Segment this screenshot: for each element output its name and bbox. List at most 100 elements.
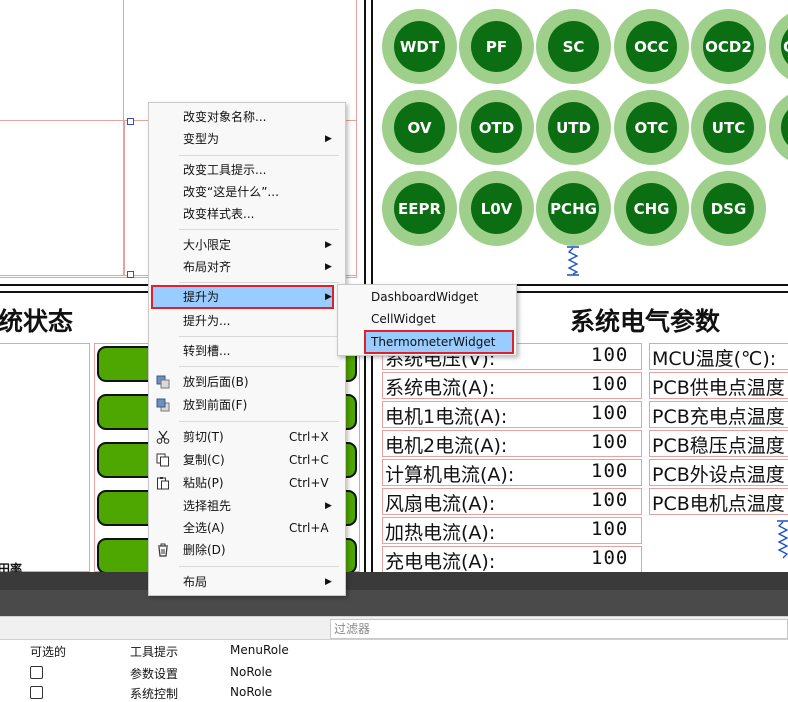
menu-item-select-all[interactable]: 全选(A) Ctrl+A	[149, 517, 345, 539]
param-lcd-value: 100	[591, 373, 629, 395]
menu-item-promote-dialog[interactable]: 提升为...	[149, 310, 345, 332]
status-indicator-ots: OTS	[769, 90, 788, 165]
menu-item-layout[interactable]: 布局 ▶	[149, 571, 345, 593]
selection-handle[interactable]	[127, 271, 134, 278]
status-indicator-chg: CHG	[614, 171, 689, 246]
bring-front-icon	[156, 398, 170, 412]
menu-item-cut[interactable]: 剪切(T) Ctrl+X	[149, 426, 345, 448]
filter-bar: 过滤器	[0, 616, 788, 640]
temperature-param-row[interactable]: PCB稳压点温度	[649, 430, 788, 457]
column-header-menurole[interactable]: MenuRole	[230, 643, 289, 657]
menu-item-goto-slot[interactable]: 转到槽...	[149, 340, 345, 362]
status-indicator-l0v: L0V	[459, 171, 534, 246]
param-label: 电机2电流(A):	[385, 435, 508, 457]
column-header-tooltip[interactable]: 工具提示	[130, 643, 178, 660]
status-indicator-ocd2: OCD2	[691, 9, 766, 84]
menu-item-size-constraints[interactable]: 大小限定 ▶	[149, 234, 345, 256]
paste-icon	[157, 477, 169, 490]
param-label: 风扇电流(A):	[385, 493, 496, 515]
column-header-checkable[interactable]: 可选的	[30, 643, 66, 660]
menu-item-tooltip[interactable]: 改变工具提示...	[149, 159, 345, 181]
param-label: PCB充电点温度	[652, 406, 785, 428]
vertical-divider	[371, 0, 373, 290]
status-frame[interactable]	[0, 343, 90, 572]
param-label: MCU温度(℃):	[652, 348, 777, 370]
status-indicator-sc: SC	[536, 9, 611, 84]
submenu-item-thermometerwidget[interactable]: ThermometerWidget	[364, 330, 514, 354]
status-indicator-label: OCC	[626, 21, 677, 72]
left-top-cell[interactable]	[0, 120, 124, 276]
param-label: 充电电流(A):	[385, 551, 496, 572]
submenu-item-cellwidget[interactable]: CellWidget	[338, 308, 516, 330]
param-label: 系统电流(A):	[385, 377, 496, 399]
menu-item-rename[interactable]: 改变对象名称...	[149, 106, 345, 128]
temperature-param-row[interactable]: PCB外设点温度	[649, 459, 788, 486]
electrical-param-row[interactable]: 电机1电流(A): 100	[382, 401, 642, 428]
param-lcd-value: 100	[591, 460, 629, 482]
electrical-param-row[interactable]: 系统电流(A): 100	[382, 372, 642, 399]
status-indicator-utc: UTC	[691, 90, 766, 165]
menu-separator	[179, 566, 339, 567]
submenu-arrow-icon: ▶	[325, 577, 332, 587]
property-table: 可选的 工具提示 MenuRole 参数设置 NoRole 系统控制 NoRol…	[0, 640, 788, 701]
status-indicator-label: PF	[471, 21, 522, 72]
temperature-param-row[interactable]: PCB充电点温度	[649, 401, 788, 428]
menu-item-select-ancestor[interactable]: 选择祖先 ▶	[149, 495, 345, 517]
param-lcd-value: 100	[591, 547, 629, 569]
electrical-param-row[interactable]: 计算机电流(A): 100	[382, 459, 642, 486]
temperature-param-row[interactable]: MCU温度(℃):	[649, 343, 788, 370]
menu-separator	[179, 421, 339, 422]
status-indicator-label: SC	[548, 21, 599, 72]
status-indicator-label: OCD2	[703, 21, 754, 72]
submenu-arrow-icon: ▶	[325, 501, 332, 511]
row-tooltip: 系统控制	[130, 687, 179, 701]
submenu-arrow-icon: ▶	[325, 134, 332, 144]
param-label: PCB外设点温度	[652, 464, 785, 486]
param-label: 加热电流(A):	[385, 522, 496, 544]
checkable-checkbox[interactable]	[30, 666, 43, 679]
status-indicator-label: OTD	[471, 102, 522, 153]
status-indicator-utd: UTD	[536, 90, 611, 165]
param-lcd-value: 100	[591, 489, 629, 511]
param-label: PCB供电点温度	[652, 377, 785, 399]
filter-input[interactable]: 过滤器	[330, 619, 788, 639]
status-indicator-otc: OTC	[614, 90, 689, 165]
scissors-icon	[156, 430, 170, 444]
menu-item-copy[interactable]: 复制(C) Ctrl+C	[149, 449, 345, 471]
menu-item-stylesheet[interactable]: 改变样式表...	[149, 203, 345, 225]
row-tooltip: 参数设置	[130, 667, 179, 681]
menu-separator	[179, 366, 339, 367]
promote-submenu: DashboardWidget CellWidget ThermometerWi…	[337, 284, 517, 356]
electrical-param-row[interactable]: 电机2电流(A): 100	[382, 430, 642, 457]
menu-item-layout-align[interactable]: 布局对齐 ▶	[149, 256, 345, 278]
electrical-param-row[interactable]: 充电电流(A): 100	[382, 546, 642, 572]
electrical-param-row[interactable]: 加热电流(A): 100	[382, 517, 642, 544]
submenu-item-dashboardwidget[interactable]: DashboardWidget	[338, 286, 516, 308]
param-lcd-value: 100	[591, 518, 629, 540]
checkable-checkbox[interactable]	[30, 686, 43, 699]
menu-item-whatsthis[interactable]: 改变“这是什么”...	[149, 181, 345, 203]
temperature-param-row[interactable]: PCB电机点温度	[649, 488, 788, 515]
param-label: 电机1电流(A):	[385, 406, 508, 428]
spacer-icon	[776, 520, 788, 560]
vertical-divider	[364, 0, 366, 290]
menu-item-morph[interactable]: 变型为 ▶	[149, 128, 345, 150]
send-back-icon	[156, 375, 170, 389]
menu-item-paste[interactable]: 粘贴(P) Ctrl+V	[149, 472, 345, 494]
temperature-param-row[interactable]: PCB供电点温度	[649, 372, 788, 399]
menu-item-delete[interactable]: 删除(D)	[149, 539, 345, 561]
status-indicator-label: DSG	[703, 183, 754, 234]
spacer-icon	[566, 246, 580, 276]
status-indicator-label: L0V	[471, 183, 522, 234]
menu-separator	[179, 155, 339, 156]
menu-item-bring-front[interactable]: 放到前面(F)	[149, 394, 345, 416]
status-indicator-label: PCHG	[548, 183, 599, 234]
electrical-param-row[interactable]: 风扇电流(A): 100	[382, 488, 642, 515]
status-indicator-eepr: EEPR	[382, 171, 457, 246]
param-lcd-value: 100	[591, 402, 629, 424]
menu-item-promote-to[interactable]: 提升为 ▶	[151, 285, 334, 309]
status-indicator-label: EEPR	[394, 183, 445, 234]
status-indicator-dsg: DSG	[691, 171, 766, 246]
selection-handle[interactable]	[127, 118, 134, 125]
menu-item-send-back[interactable]: 放到后面(B)	[149, 371, 345, 393]
